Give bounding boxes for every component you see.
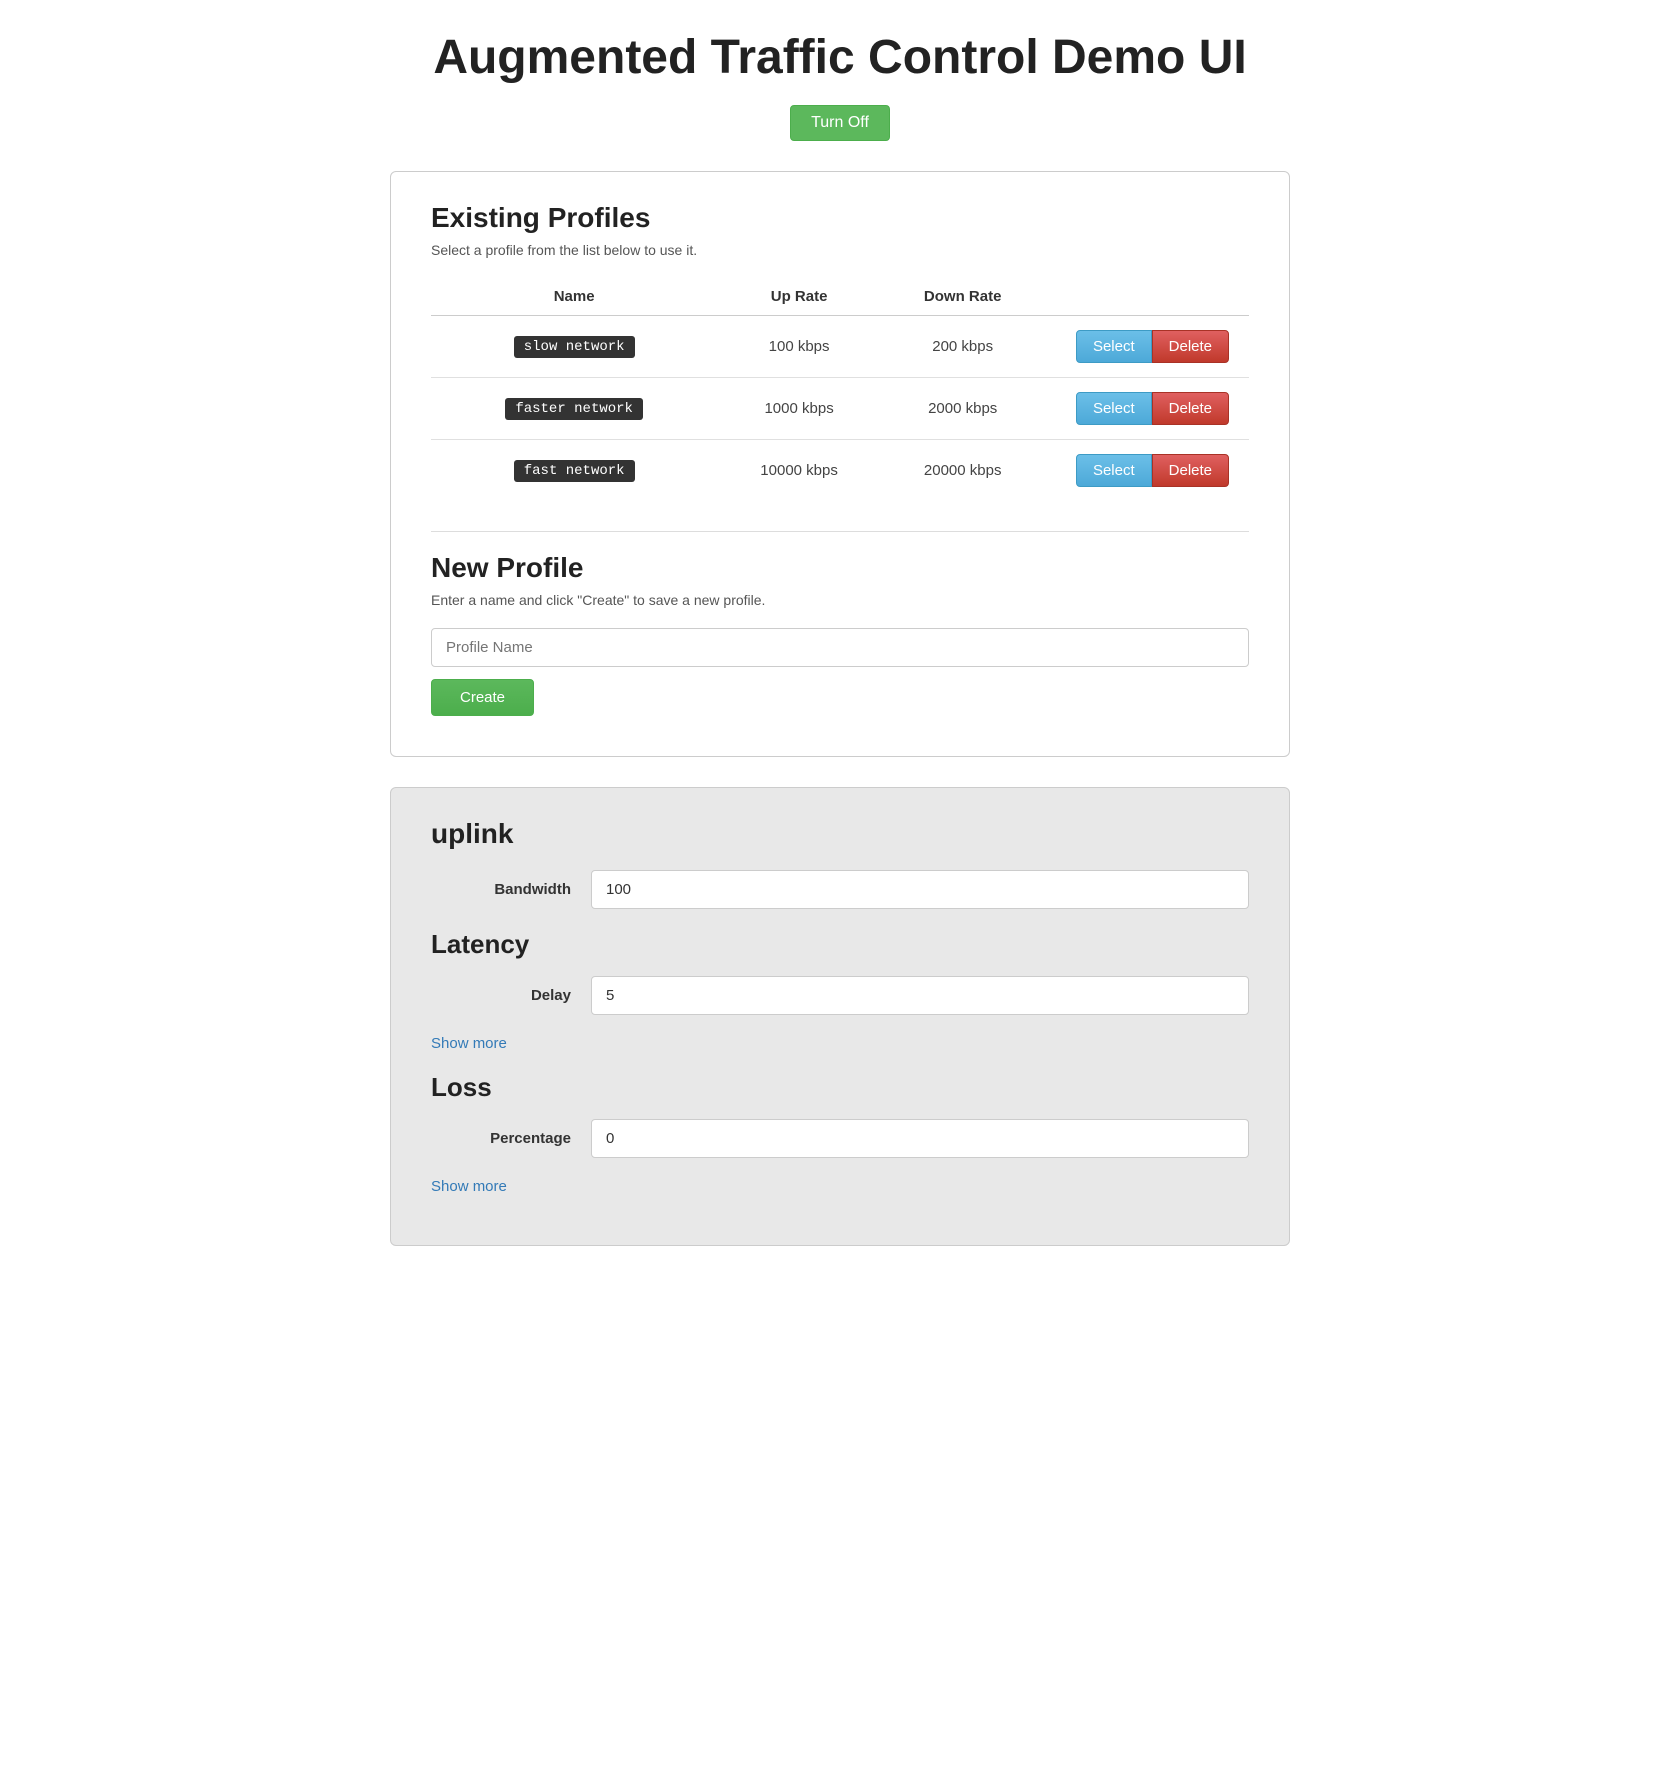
profile-downrate-cell: 20000 kbps: [881, 440, 1045, 502]
profiles-table: Name Up Rate Down Rate slow network 100 k…: [431, 278, 1249, 501]
delete-button[interactable]: Delete: [1152, 392, 1229, 425]
profile-actions-cell: SelectDelete: [1044, 440, 1249, 502]
existing-profiles-section: Existing Profiles Select a profile from …: [431, 202, 1249, 501]
turn-off-button[interactable]: Turn Off: [790, 105, 890, 141]
show-more-loss-link[interactable]: Show more: [431, 1178, 507, 1195]
col-header-name: Name: [431, 278, 717, 316]
profile-downrate-cell: 2000 kbps: [881, 378, 1045, 440]
delay-label: Delay: [431, 987, 591, 1004]
profile-uprate-cell: 100 kbps: [717, 316, 881, 378]
delay-row: Delay: [431, 976, 1249, 1015]
latency-title: Latency: [431, 929, 1249, 960]
create-button[interactable]: Create: [431, 679, 534, 716]
main-card: Existing Profiles Select a profile from …: [390, 171, 1290, 757]
col-header-downrate: Down Rate: [881, 278, 1045, 316]
table-row: fast network10000 kbps20000 kbpsSelectDe…: [431, 440, 1249, 502]
settings-card: uplink Bandwidth Latency Delay Show more…: [390, 787, 1290, 1246]
delay-input[interactable]: [591, 976, 1249, 1015]
table-row: faster network1000 kbps2000 kbpsSelectDe…: [431, 378, 1249, 440]
profile-name-cell: slow network: [431, 316, 717, 378]
percentage-label: Percentage: [431, 1130, 591, 1147]
delete-button[interactable]: Delete: [1152, 330, 1229, 363]
profile-name-cell: fast network: [431, 440, 717, 502]
profile-badge: faster network: [505, 398, 643, 420]
section-divider: [431, 531, 1249, 532]
loss-title: Loss: [431, 1072, 1249, 1103]
profile-uprate-cell: 1000 kbps: [717, 378, 881, 440]
delete-button[interactable]: Delete: [1152, 454, 1229, 487]
new-profile-section: New Profile Enter a name and click "Crea…: [431, 552, 1249, 716]
profile-name-input[interactable]: [431, 628, 1249, 667]
uplink-title: uplink: [431, 818, 1249, 850]
profile-uprate-cell: 10000 kbps: [717, 440, 881, 502]
existing-profiles-title: Existing Profiles: [431, 202, 1249, 234]
col-header-uprate: Up Rate: [717, 278, 881, 316]
bandwidth-label: Bandwidth: [431, 881, 591, 898]
profile-actions-cell: SelectDelete: [1044, 316, 1249, 378]
page-title: Augmented Traffic Control Demo UI: [20, 30, 1660, 85]
col-header-actions: [1044, 278, 1249, 316]
existing-profiles-subtitle: Select a profile from the list below to …: [431, 242, 1249, 258]
bandwidth-row: Bandwidth: [431, 870, 1249, 909]
percentage-row: Percentage: [431, 1119, 1249, 1158]
table-header-row: Name Up Rate Down Rate: [431, 278, 1249, 316]
percentage-input[interactable]: [591, 1119, 1249, 1158]
profile-downrate-cell: 200 kbps: [881, 316, 1045, 378]
turn-off-wrapper: Turn Off: [20, 105, 1660, 141]
new-profile-title: New Profile: [431, 552, 1249, 584]
profile-badge: fast network: [514, 460, 635, 482]
show-more-latency-link[interactable]: Show more: [431, 1035, 507, 1052]
profile-actions-cell: SelectDelete: [1044, 378, 1249, 440]
profile-name-cell: faster network: [431, 378, 717, 440]
new-profile-subtitle: Enter a name and click "Create" to save …: [431, 592, 1249, 608]
select-button[interactable]: Select: [1076, 392, 1152, 425]
select-button[interactable]: Select: [1076, 454, 1152, 487]
table-row: slow network100 kbps200 kbpsSelectDelete: [431, 316, 1249, 378]
profile-badge: slow network: [514, 336, 635, 358]
select-button[interactable]: Select: [1076, 330, 1152, 363]
bandwidth-input[interactable]: [591, 870, 1249, 909]
